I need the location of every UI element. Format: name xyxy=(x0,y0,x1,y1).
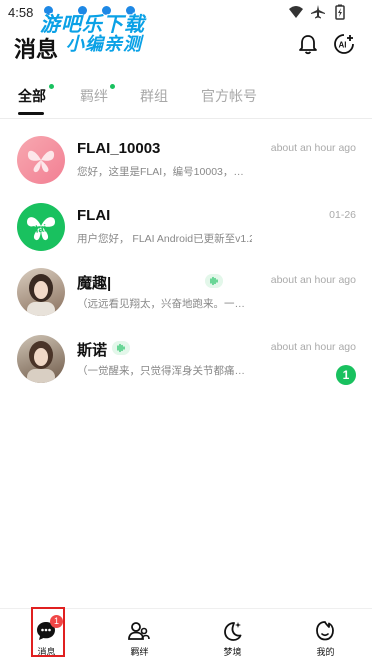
moon-icon xyxy=(224,622,242,641)
watermark-line2: 小编亲测 xyxy=(66,34,142,54)
bell-icon[interactable] xyxy=(297,33,319,55)
conversation-row[interactable]: 魔趣| （远远看见翔太，兴奋地跑来。一… about an hour ago xyxy=(0,268,372,330)
girl-portrait xyxy=(17,335,65,383)
conversation-time: about an hour ago xyxy=(270,142,356,154)
people-icon xyxy=(128,622,150,640)
conversation-name: FLAI xyxy=(77,207,111,224)
tab-bond-dot xyxy=(110,84,115,89)
conversation-name: 魔趣| xyxy=(77,275,112,292)
conversation-row[interactable]: Flai FLAI 用户您好， FLAI Android已更新至v1.2.5版本… xyxy=(0,203,372,265)
tab-active-underline xyxy=(18,112,44,115)
conversation-name: FLAI_10003 xyxy=(77,140,161,157)
battery-icon xyxy=(335,4,345,20)
girl-portrait xyxy=(17,268,65,316)
voice-icon xyxy=(205,274,223,288)
wifi-icon xyxy=(289,6,303,18)
conversation-preview: 您好，这里是FLAI，编号10003，… xyxy=(77,166,244,178)
butterfly-icon xyxy=(17,136,65,184)
tab-official-accounts[interactable]: 官方帐号 xyxy=(201,86,257,106)
page-title: 消息 xyxy=(14,37,59,62)
nav-dream[interactable]: 梦境 xyxy=(186,609,279,662)
conversation-time: about an hour ago xyxy=(270,341,356,353)
flai-logo: Flai xyxy=(17,203,65,251)
status-time: 4:58 xyxy=(8,5,34,20)
tab-groups[interactable]: 群组 xyxy=(140,86,168,106)
voice-icon xyxy=(112,341,130,355)
nav-messages-badge: 1 xyxy=(50,615,63,628)
nav-me[interactable]: 我的 xyxy=(279,609,372,662)
tab-all[interactable]: 全部 xyxy=(18,86,46,106)
tab-bond[interactable]: 羁绊 xyxy=(80,86,108,106)
conversation-row[interactable]: 斯诺 （一觉醒来，只觉得浑身关节都痛… about an hour ago 1 xyxy=(0,335,372,397)
svg-text:AI: AI xyxy=(339,41,347,50)
nav-me-label: 我的 xyxy=(316,647,335,657)
nav-dream-label: 梦境 xyxy=(223,647,242,657)
nav-bond[interactable]: 羁绊 xyxy=(93,609,186,662)
conversation-name: 斯诺 xyxy=(77,342,108,359)
highlight-box xyxy=(31,607,65,657)
airplane-icon xyxy=(311,5,325,19)
ai-add-icon[interactable]: AI xyxy=(333,33,355,55)
tab-divider xyxy=(0,118,372,119)
conversation-preview: （远远看见翔太，兴奋地跑来。一… xyxy=(77,298,245,310)
profile-icon xyxy=(316,621,334,641)
conversation-row[interactable]: FLAI_10003 您好，这里是FLAI，编号10003，… about an… xyxy=(0,136,372,198)
unread-badge: 1 xyxy=(336,365,356,385)
conversation-time: about an hour ago xyxy=(270,274,356,286)
conversation-preview: 用户您好， FLAI Android已更新至v1.2.5版本… xyxy=(77,233,252,245)
conversation-preview: （一觉醒来，只觉得浑身关节都痛… xyxy=(77,365,245,377)
conversation-time: 01-26 xyxy=(329,209,356,221)
nav-bond-label: 羁绊 xyxy=(130,647,149,657)
tab-all-dot xyxy=(49,84,54,89)
